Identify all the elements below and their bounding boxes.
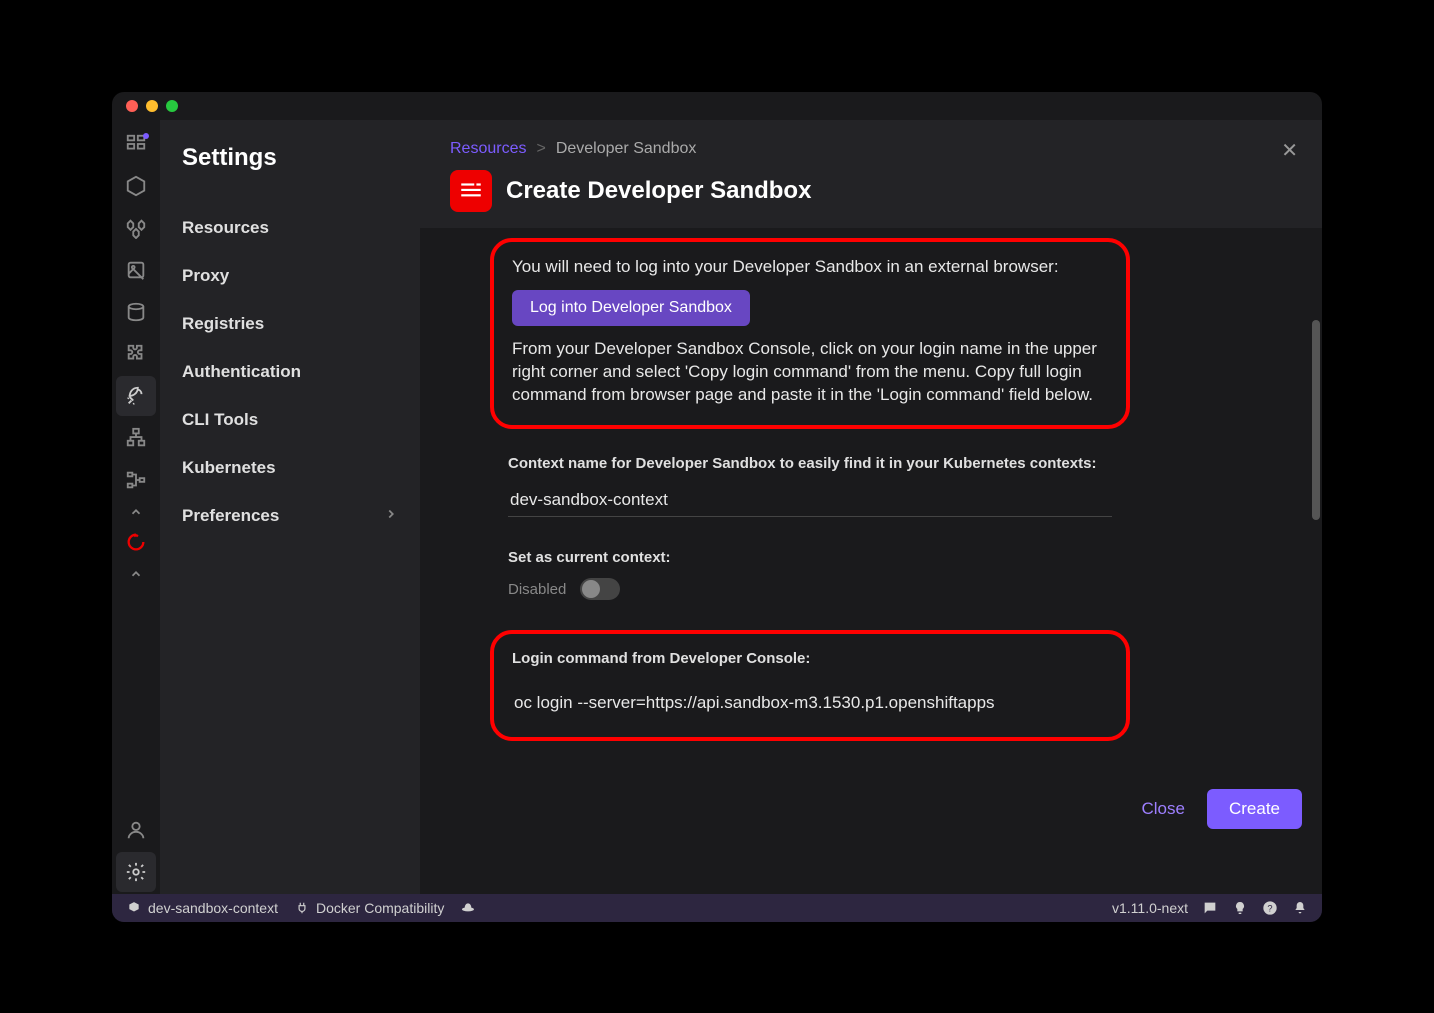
volumes-icon[interactable] (116, 292, 156, 332)
images-icon[interactable] (116, 250, 156, 290)
help-icon[interactable]: ? (1262, 900, 1278, 916)
bulb-icon[interactable] (1232, 900, 1248, 916)
context-name-input[interactable] (508, 484, 1112, 517)
toggle-state-label: Disabled (508, 581, 566, 598)
content-area: Resources > Developer Sandbox ✕ Create D… (420, 120, 1322, 894)
window-close-icon[interactable] (126, 100, 138, 112)
sidebar-title: Settings (160, 144, 420, 204)
status-context[interactable]: dev-sandbox-context (126, 900, 278, 916)
window-minimize-icon[interactable] (146, 100, 158, 112)
breadcrumb-separator: > (536, 140, 545, 158)
login-command-input[interactable] (512, 679, 1108, 719)
activity-bar (112, 120, 160, 894)
rocket-icon[interactable] (116, 376, 156, 416)
context-name-label: Context name for Developer Sandbox to ea… (508, 453, 1112, 474)
login-command-box: Login command from Developer Console: (490, 630, 1130, 741)
settings-sidebar: Settings Resources Proxy Registries Auth… (160, 120, 420, 894)
window-maximize-icon[interactable] (166, 100, 178, 112)
containers-icon[interactable] (116, 166, 156, 206)
sidebar-item-cli-tools[interactable]: CLI Tools (160, 396, 420, 444)
plug-icon (294, 900, 310, 916)
pods-icon[interactable] (116, 208, 156, 248)
breadcrumb-resources-link[interactable]: Resources (450, 140, 526, 158)
status-redhat[interactable] (460, 900, 476, 916)
kubernetes-icon (126, 900, 142, 916)
bell-icon[interactable] (1292, 900, 1308, 916)
sidebar-item-resources[interactable]: Resources (160, 204, 420, 252)
chat-icon[interactable] (1202, 900, 1218, 916)
openshift-icon[interactable] (116, 522, 156, 562)
status-version: v1.11.0-next (1112, 900, 1188, 916)
sidebar-item-preferences[interactable]: Preferences (160, 492, 420, 540)
close-icon[interactable]: ✕ (1281, 138, 1298, 163)
status-docker[interactable]: Docker Compatibility (294, 900, 444, 916)
sidebar-item-kubernetes[interactable]: Kubernetes (160, 444, 420, 492)
scrollbar[interactable] (1312, 320, 1320, 520)
hat-icon (460, 900, 476, 916)
window-titlebar (112, 92, 1322, 120)
current-context-toggle[interactable] (580, 578, 620, 600)
dashboard-icon[interactable] (116, 124, 156, 164)
page-title: Create Developer Sandbox (506, 177, 811, 205)
network-icon[interactable] (116, 418, 156, 458)
sandbox-icon (450, 170, 492, 212)
extensions-icon[interactable] (116, 334, 156, 374)
chevron-up-icon[interactable] (116, 502, 156, 522)
account-icon[interactable] (116, 810, 156, 850)
create-button[interactable]: Create (1207, 789, 1302, 829)
login-info-text-2: From your Developer Sandbox Console, cli… (512, 338, 1108, 407)
set-current-context-label: Set as current context: (508, 547, 1112, 568)
tree-icon[interactable] (116, 460, 156, 500)
login-sandbox-button[interactable]: Log into Developer Sandbox (512, 290, 750, 326)
breadcrumb: Resources > Developer Sandbox (450, 140, 1292, 158)
chevron-up-icon-2[interactable] (116, 564, 156, 584)
statusbar: dev-sandbox-context Docker Compatibility… (112, 894, 1322, 922)
settings-icon[interactable] (116, 852, 156, 892)
sidebar-item-proxy[interactable]: Proxy (160, 252, 420, 300)
close-button[interactable]: Close (1142, 799, 1185, 819)
login-instructions-box: You will need to log into your Developer… (490, 238, 1130, 430)
svg-text:?: ? (1267, 903, 1272, 913)
breadcrumb-current: Developer Sandbox (556, 140, 697, 158)
sidebar-item-registries[interactable]: Registries (160, 300, 420, 348)
chevron-right-icon (384, 506, 398, 526)
login-info-text-1: You will need to log into your Developer… (512, 256, 1108, 279)
login-command-label: Login command from Developer Console: (512, 648, 1108, 669)
sidebar-item-authentication[interactable]: Authentication (160, 348, 420, 396)
